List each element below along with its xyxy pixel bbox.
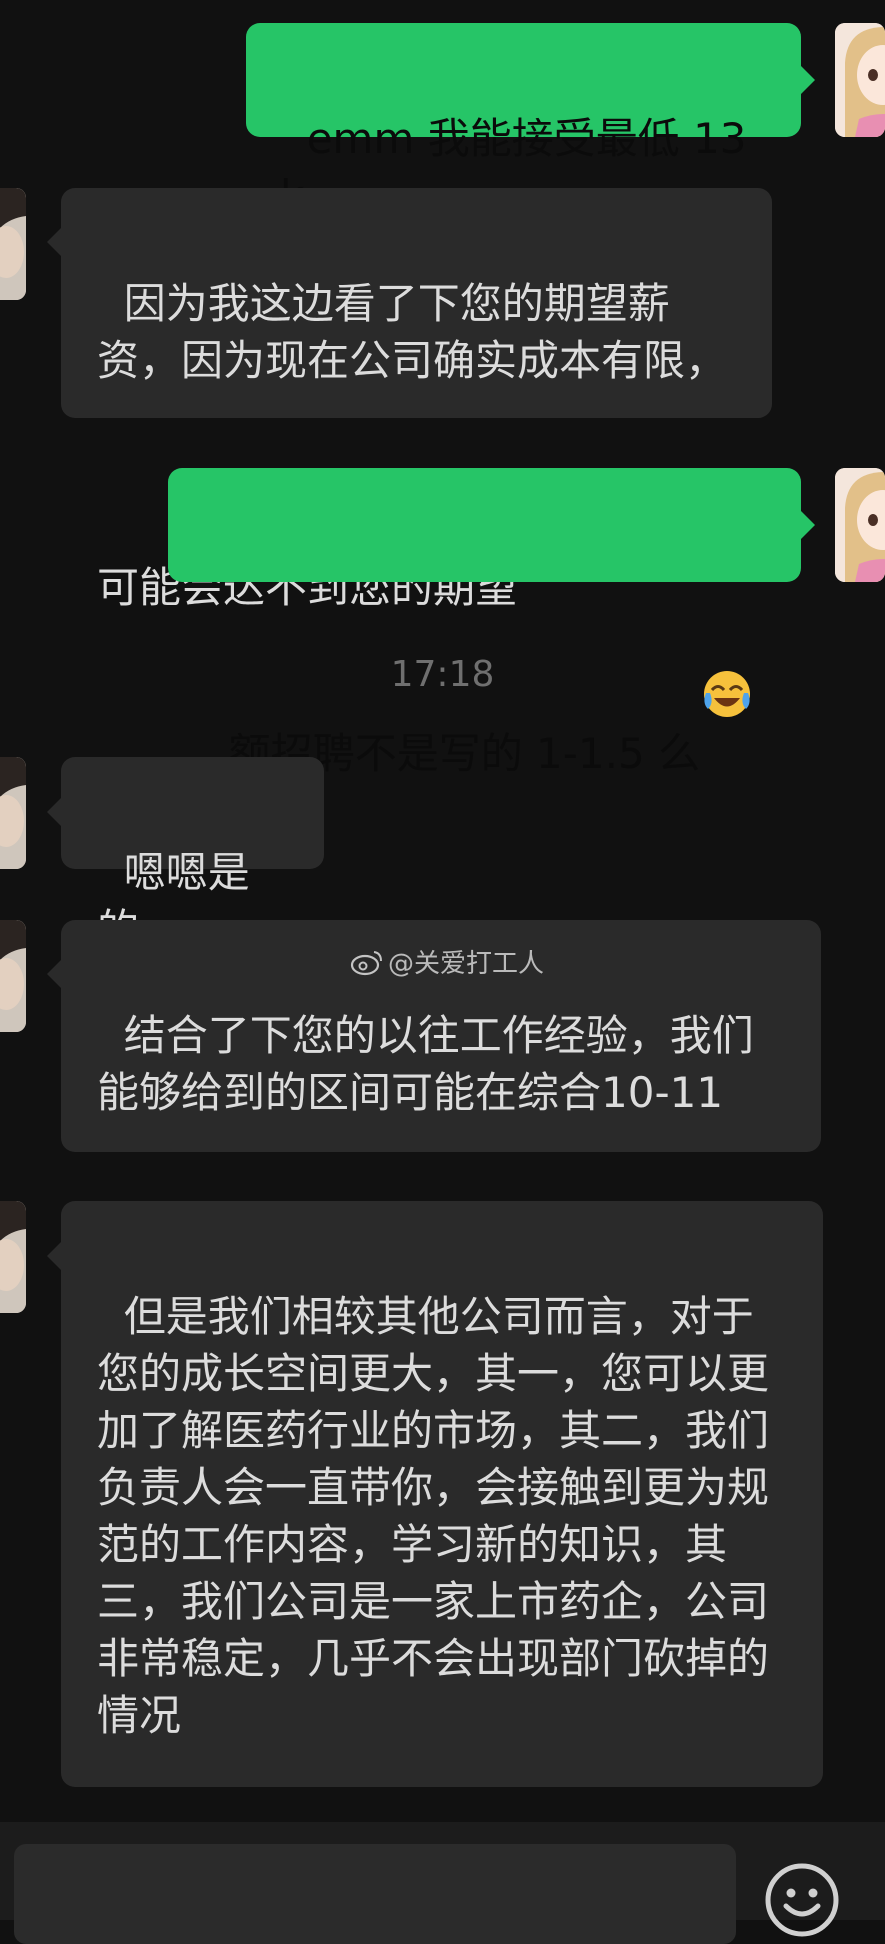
smiley-face-icon[interactable]	[764, 1862, 840, 1938]
weibo-logo-icon	[350, 950, 382, 975]
message-bubble-received[interactable]: 嗯嗯是的	[61, 757, 324, 954]
bubble-tail	[47, 228, 61, 256]
avatar-image	[0, 757, 26, 869]
my-avatar[interactable]	[835, 23, 885, 137]
message-text: 但是我们相较其他公司而言，对于您的成长空间更大，其一，您可以更加了解医药行业的市…	[97, 1292, 770, 1740]
bubble-tail	[47, 1242, 61, 1270]
bubble-tail	[801, 66, 815, 94]
avatar-image	[0, 1201, 26, 1313]
message-bubble-received[interactable]: 因为我这边看了下您的期望薪资，因为现在公司确实成本有限，可能会达不到您的期望	[61, 188, 772, 612]
avatar-image	[0, 920, 26, 1032]
contact-avatar[interactable]	[0, 920, 26, 1032]
message-bubble-sent[interactable]: emm 我能接受最低 13k	[246, 23, 801, 220]
face-with-tears-of-joy-icon	[519, 389, 569, 551]
avatar-image	[835, 23, 885, 137]
avatar-image	[0, 188, 26, 300]
message-timestamp: 17:18	[390, 654, 495, 695]
watermark-text: @关爱打工人	[388, 949, 545, 979]
my-avatar[interactable]	[835, 468, 885, 582]
message-bubble-sent[interactable]: 额招聘不是写的 1-1.5 么	[168, 468, 801, 778]
face-with-tears-of-joy-icon	[702, 555, 752, 717]
avatar-image	[835, 468, 885, 582]
contact-avatar[interactable]	[0, 1201, 26, 1313]
contact-avatar[interactable]	[0, 757, 26, 869]
bubble-tail	[47, 960, 61, 988]
watermark: @关爱打工人	[350, 943, 544, 980]
contact-avatar[interactable]	[0, 188, 26, 300]
message-bubble-received[interactable]: 但是我们相较其他公司而言，对于您的成长空间更大，其一，您可以更加了解医药行业的市…	[61, 1201, 823, 1787]
message-input[interactable]	[14, 1844, 736, 1944]
bubble-tail	[801, 511, 815, 539]
bubble-tail	[47, 798, 61, 826]
message-text: 结合了下您的以往工作经验，我们能够给到的区间可能在综合10-11	[97, 1011, 754, 1117]
